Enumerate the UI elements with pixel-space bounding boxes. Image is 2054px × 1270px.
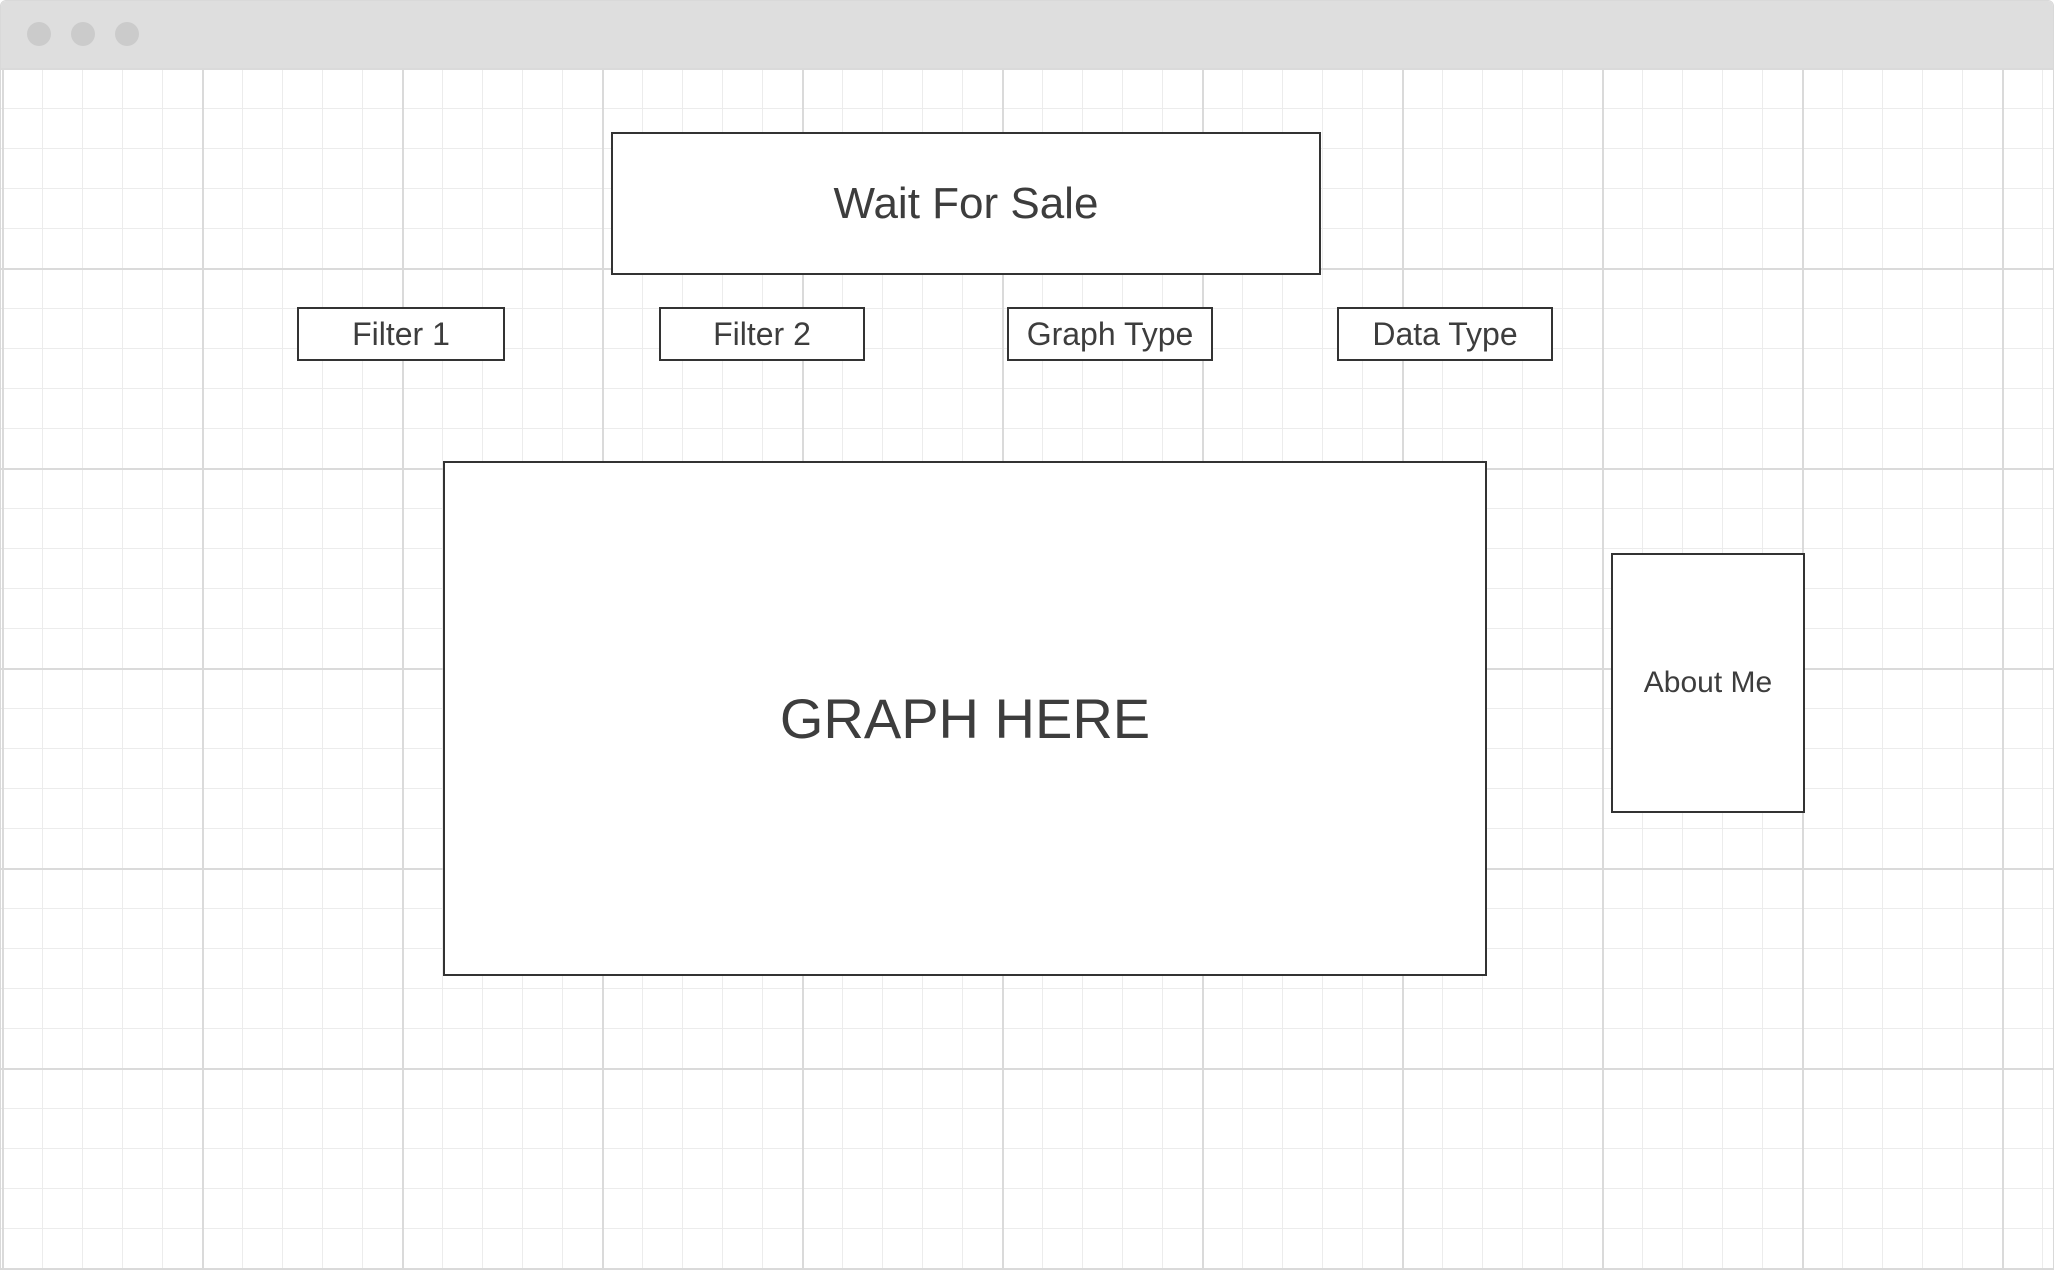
filter-1-button[interactable]: Filter 1	[297, 307, 505, 361]
data-type-button[interactable]: Data Type	[1337, 307, 1553, 361]
filter-2-button[interactable]: Filter 2	[659, 307, 865, 361]
window-titlebar	[1, 1, 2053, 68]
browser-window: Wait For Sale Filter 1 Filter 2 Graph Ty…	[0, 0, 2054, 1270]
window-close-button[interactable]	[27, 22, 51, 46]
graph-type-button[interactable]: Graph Type	[1007, 307, 1213, 361]
about-me-button[interactable]: About Me	[1611, 553, 1805, 813]
window-zoom-button[interactable]	[115, 22, 139, 46]
graph-placeholder: GRAPH HERE	[443, 461, 1487, 976]
window-minimize-button[interactable]	[71, 22, 95, 46]
page-title: Wait For Sale	[611, 132, 1321, 275]
